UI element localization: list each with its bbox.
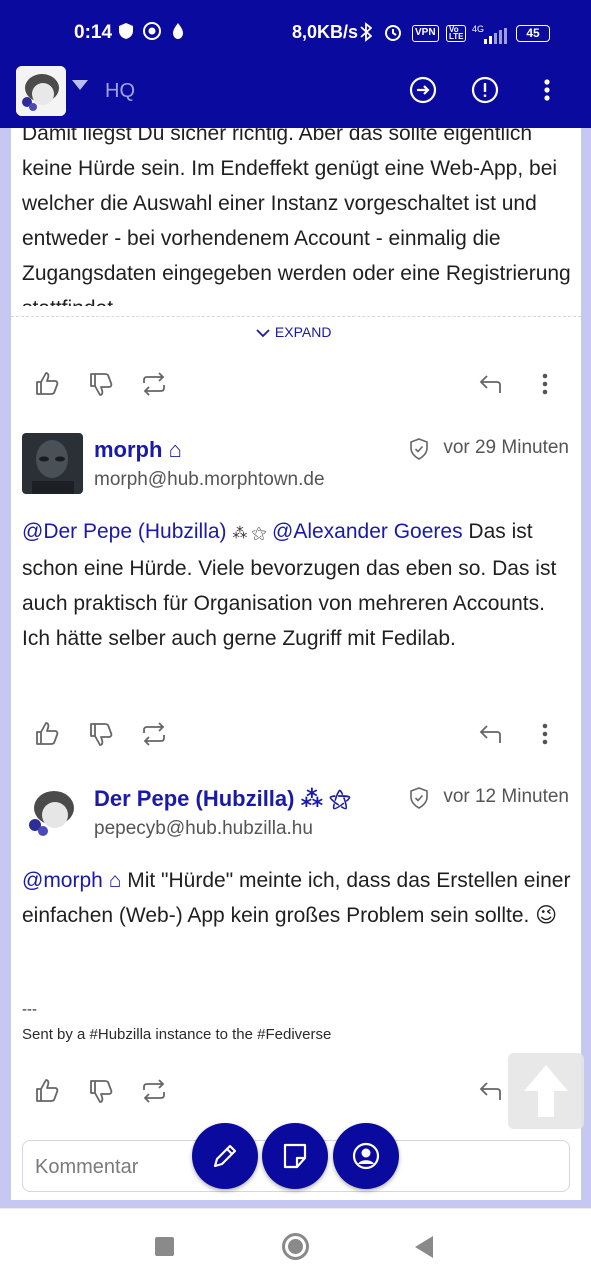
post-header: morph ⌂ morph@hub.morphtown.de vor 29 Mi… — [0, 433, 591, 497]
app-title: HQ — [105, 80, 135, 102]
system-nav-bar — [0, 1208, 591, 1280]
dislike-icon[interactable] — [87, 720, 115, 748]
mention-link[interactable]: @morph — [22, 869, 103, 892]
volte-indicator: Vo LTE — [446, 25, 466, 42]
expand-button[interactable]: EXPAND — [255, 324, 331, 340]
signature-text: Sent by a #Hubzilla instance to the #Fed… — [22, 1026, 332, 1043]
expand-divider — [11, 316, 581, 317]
pencil-icon — [213, 1144, 237, 1168]
account-circle-icon — [352, 1142, 380, 1170]
shield-status-icon — [118, 22, 134, 45]
author-badge: ⁂ ⚝ — [300, 786, 351, 811]
edit-fab[interactable] — [192, 1123, 258, 1189]
post-body: Damit liegst Du sicher richtig. Aber das… — [22, 128, 571, 306]
vpn-indicator: VPN — [412, 25, 439, 42]
app-bar: HQ — [0, 64, 591, 128]
post-actions — [0, 720, 591, 760]
post-actions — [0, 1077, 591, 1117]
notification-status-icon — [170, 22, 186, 45]
chrome-status-icon — [143, 22, 161, 45]
dislike-icon[interactable] — [87, 1077, 115, 1105]
author-avatar[interactable] — [22, 433, 83, 494]
author-name[interactable]: morph ⌂ — [94, 437, 182, 463]
alarm-icon — [383, 22, 403, 47]
mention-badge: ⌂ — [108, 869, 122, 892]
repeat-icon[interactable] — [140, 1077, 168, 1105]
chevron-down-icon — [256, 329, 270, 338]
sticky-note-icon — [283, 1143, 307, 1169]
more-vert-icon[interactable] — [533, 76, 561, 104]
reply-icon[interactable] — [477, 1077, 505, 1105]
status-bar: 0:14 8,0KB/s VPN Vo LTE 4G 45 — [0, 0, 591, 64]
author-avatar[interactable] — [22, 782, 83, 843]
post-time: vor 29 Minuten — [443, 437, 569, 458]
repeat-icon[interactable] — [140, 370, 168, 398]
signal-icon — [484, 28, 508, 49]
feed[interactable]: Damit liegst Du sicher richtig. Aber das… — [0, 128, 591, 1208]
author-address: pepecyb@hub.hubzilla.hu — [94, 818, 313, 839]
profile-fab[interactable] — [333, 1123, 399, 1189]
alert-circle-icon[interactable] — [471, 76, 499, 104]
post-more-icon[interactable] — [531, 720, 559, 748]
author-address: morph@hub.morphtown.de — [94, 469, 325, 490]
bluetooth-icon — [360, 22, 373, 47]
network-speed: 8,0KB/s — [292, 22, 359, 42]
post-header: Der Pepe (Hubzilla) ⁂ ⚝ pepecyb@hub.hubz… — [0, 782, 591, 846]
post-more-icon[interactable] — [531, 370, 559, 398]
repeat-icon[interactable] — [140, 720, 168, 748]
channel-avatar[interactable] — [16, 66, 66, 116]
app-screen: 0:14 8,0KB/s VPN Vo LTE 4G 45 HQ Damit l… — [0, 0, 591, 1280]
signal-label: 4G — [472, 24, 485, 34]
post-text: Mit "Hürde" meinte ich, dass das Erstell… — [22, 869, 571, 927]
arrow-right-circle-icon[interactable] — [409, 76, 437, 104]
back-icon[interactable] — [415, 1236, 433, 1258]
post-body: @Der Pepe (Hubzilla) ⁂ ⚝ @Alexander Goer… — [22, 514, 572, 656]
note-fab[interactable] — [262, 1123, 328, 1189]
like-icon[interactable] — [33, 370, 61, 398]
like-icon[interactable] — [33, 1077, 61, 1105]
post-body: @morph ⌂ Mit "Hürde" meinte ich, dass da… — [22, 863, 572, 933]
scroll-to-top-button[interactable] — [508, 1053, 584, 1129]
author-badge: ⌂ — [168, 437, 182, 462]
comment-placeholder: Kommentar — [35, 1156, 139, 1178]
status-time: 0:14 — [74, 22, 113, 43]
mention-badge: ⁂ ⚝ — [232, 525, 267, 542]
shield-check-icon — [410, 438, 428, 460]
shield-check-icon — [410, 787, 428, 809]
post-actions — [0, 370, 591, 410]
arrow-up-icon — [524, 1065, 568, 1117]
reply-icon[interactable] — [477, 720, 505, 748]
home-icon[interactable] — [282, 1233, 309, 1260]
mention-link[interactable]: @Der Pepe (Hubzilla) — [22, 520, 227, 543]
reply-icon[interactable] — [477, 370, 505, 398]
signature-separator: --- — [22, 1001, 37, 1018]
like-icon[interactable] — [33, 720, 61, 748]
channel-dropdown-icon[interactable] — [72, 80, 88, 90]
dislike-icon[interactable] — [87, 370, 115, 398]
mention-link[interactable]: @Alexander Goeres — [272, 520, 463, 543]
post-time: vor 12 Minuten — [443, 786, 569, 807]
battery-indicator: 45 — [516, 25, 550, 42]
author-name[interactable]: Der Pepe (Hubzilla) ⁂ ⚝ — [94, 786, 351, 812]
recents-icon[interactable] — [155, 1237, 174, 1256]
expand-label: EXPAND — [274, 324, 332, 340]
